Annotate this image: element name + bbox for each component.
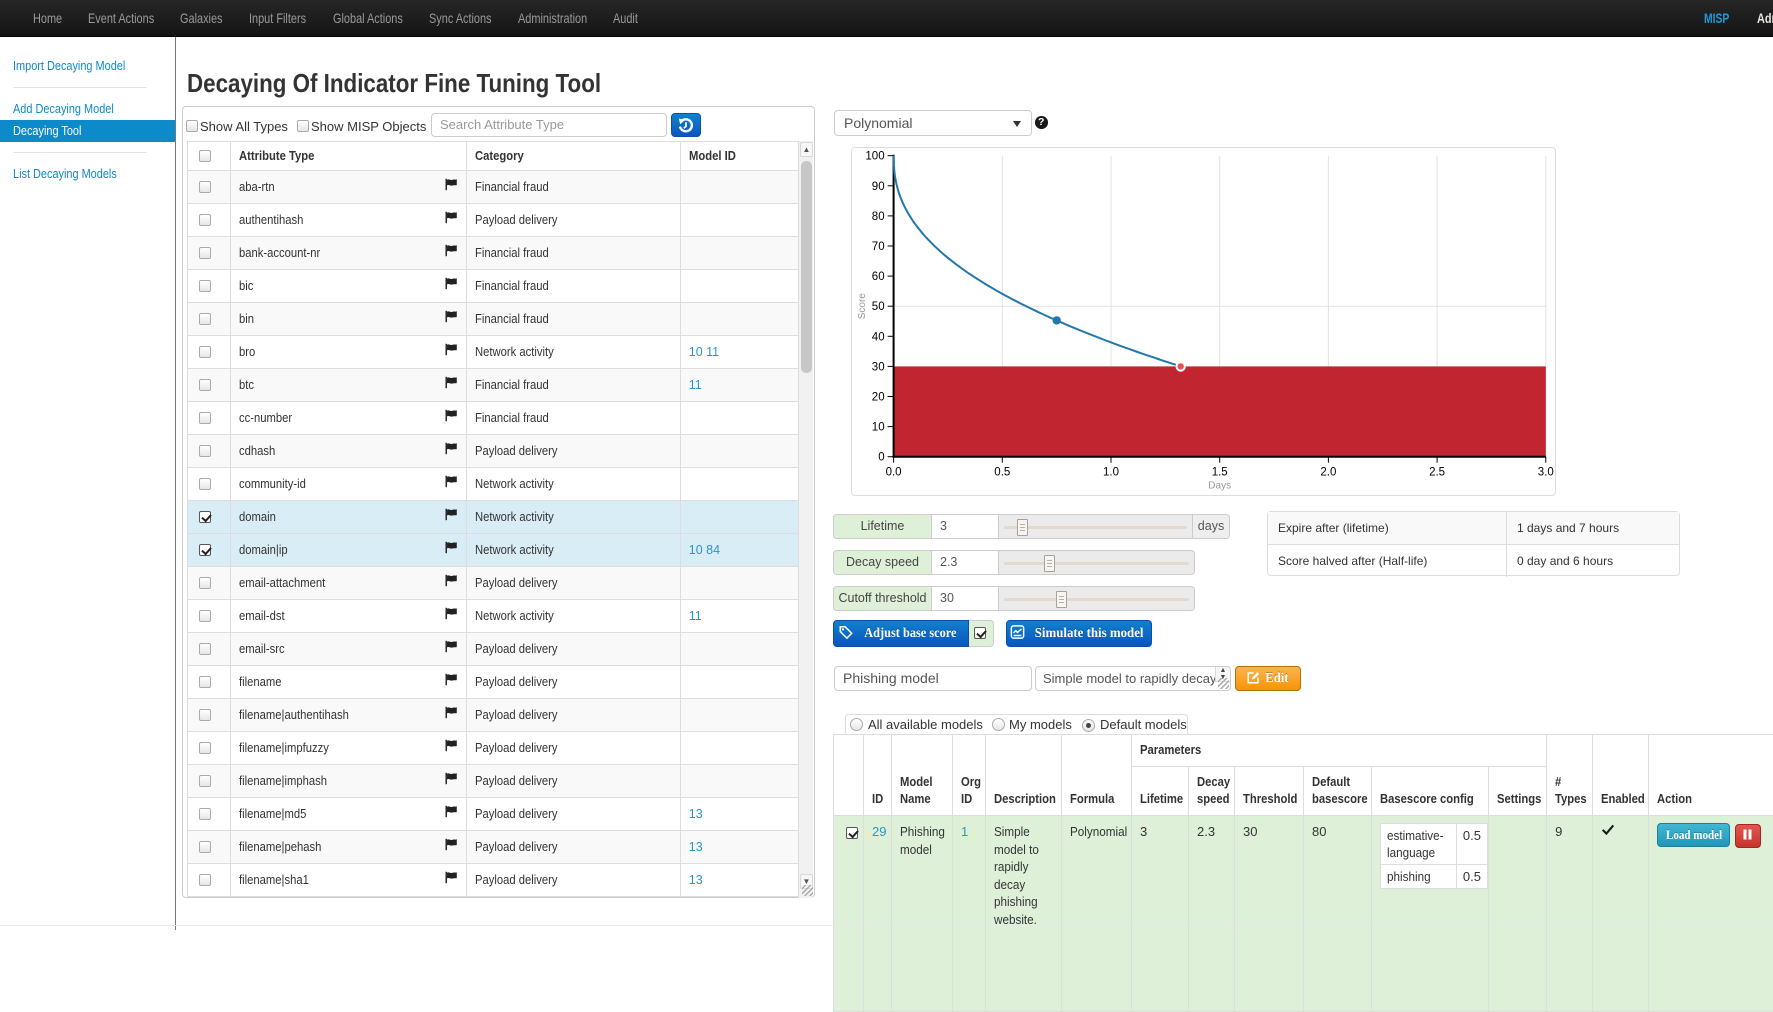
svg-text:30: 30 bbox=[872, 361, 885, 373]
svg-text:100: 100 bbox=[865, 151, 884, 163]
svg-text:50: 50 bbox=[872, 301, 885, 313]
svg-text:40: 40 bbox=[872, 331, 885, 343]
svg-text:Days: Days bbox=[1208, 481, 1231, 492]
svg-text:70: 70 bbox=[872, 241, 885, 253]
svg-text:Score: Score bbox=[857, 293, 868, 320]
svg-text:10: 10 bbox=[872, 422, 885, 434]
svg-text:1.0: 1.0 bbox=[1103, 467, 1119, 479]
svg-text:2.5: 2.5 bbox=[1429, 467, 1445, 479]
svg-text:0.0: 0.0 bbox=[886, 467, 902, 479]
svg-text:3.0: 3.0 bbox=[1538, 467, 1554, 479]
svg-text:20: 20 bbox=[872, 392, 885, 404]
svg-text:60: 60 bbox=[872, 271, 885, 283]
svg-text:90: 90 bbox=[872, 181, 885, 193]
svg-text:2.0: 2.0 bbox=[1320, 467, 1336, 479]
svg-text:1.5: 1.5 bbox=[1212, 467, 1228, 479]
svg-text:80: 80 bbox=[872, 211, 885, 223]
svg-text:0: 0 bbox=[878, 452, 884, 464]
svg-text:0.5: 0.5 bbox=[994, 467, 1010, 479]
